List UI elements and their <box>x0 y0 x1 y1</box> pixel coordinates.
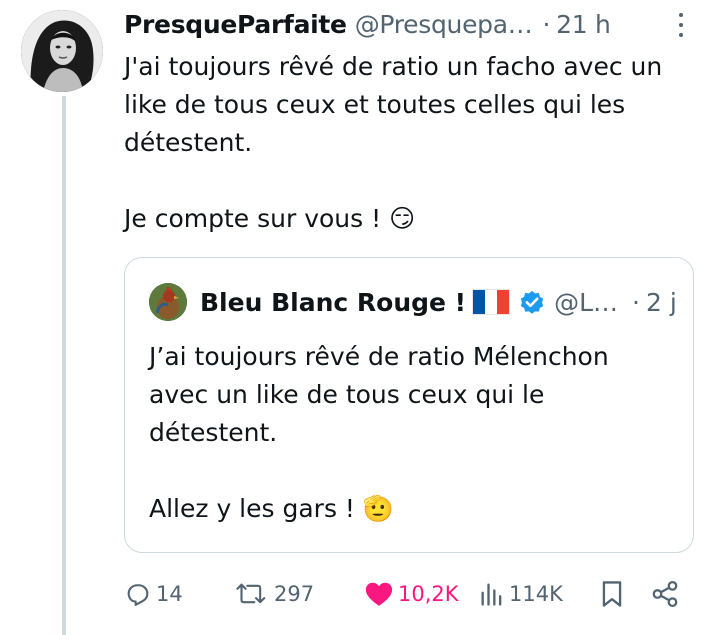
author-avatar[interactable] <box>21 10 103 92</box>
profile-photo-icon <box>21 10 103 92</box>
reply-icon <box>127 584 149 606</box>
more-options-icon[interactable] <box>672 10 690 40</box>
quoted-author-handle: @L… <box>554 287 619 317</box>
quoted-author-avatar <box>149 283 187 321</box>
repost-button[interactable]: 297 <box>234 574 314 614</box>
like-count: 10,2K <box>398 582 459 606</box>
repost-icon <box>236 583 266 604</box>
like-button[interactable]: 10,2K <box>364 574 459 614</box>
verified-badge-icon <box>520 290 544 314</box>
quoted-header-separator: · <box>632 287 640 317</box>
bookmark-button[interactable] <box>599 574 625 614</box>
quoted-tweet-header: Bleu Blanc Rouge ! @L… · 2 j <box>200 282 679 322</box>
tweet-text: J'ai toujours rêvé de ratio un facho ave… <box>124 52 663 233</box>
heart-filled-icon <box>365 582 393 606</box>
repost-count: 297 <box>274 582 315 606</box>
reply-button[interactable]: 14 <box>124 574 183 614</box>
bookmark-icon <box>602 581 622 607</box>
france-flag-icon <box>472 289 511 315</box>
rooster-icon <box>149 283 187 321</box>
views-count: 114K <box>509 582 563 606</box>
reply-count: 14 <box>156 582 183 606</box>
tweet-actions-bar: 14 297 10,2K 114K <box>124 574 694 614</box>
share-button[interactable] <box>650 574 680 614</box>
quoted-tweet-card[interactable]: Bleu Blanc Rouge ! @L… · 2 j J’ai toujou… <box>124 257 694 553</box>
author-name[interactable]: PresqueParfaite <box>124 10 347 39</box>
header-separator: · <box>542 9 551 39</box>
tweet-timestamp[interactable]: 21 h <box>556 10 611 39</box>
views-chart-icon <box>481 583 502 606</box>
quoted-tweet-timestamp: 2 j <box>645 287 677 317</box>
author-handle[interactable]: @Presquepa… <box>355 10 533 39</box>
quoted-author-name: Bleu Blanc Rouge ! <box>200 287 467 317</box>
tweet-header: PresqueParfaite @Presquepa… · 21 h <box>124 6 699 42</box>
share-icon <box>652 581 678 607</box>
quoted-tweet-text: J’ai toujours rêvé de ratio Mélenchon av… <box>149 342 609 523</box>
thread-line <box>62 96 66 635</box>
views-button[interactable]: 114K <box>479 574 563 614</box>
